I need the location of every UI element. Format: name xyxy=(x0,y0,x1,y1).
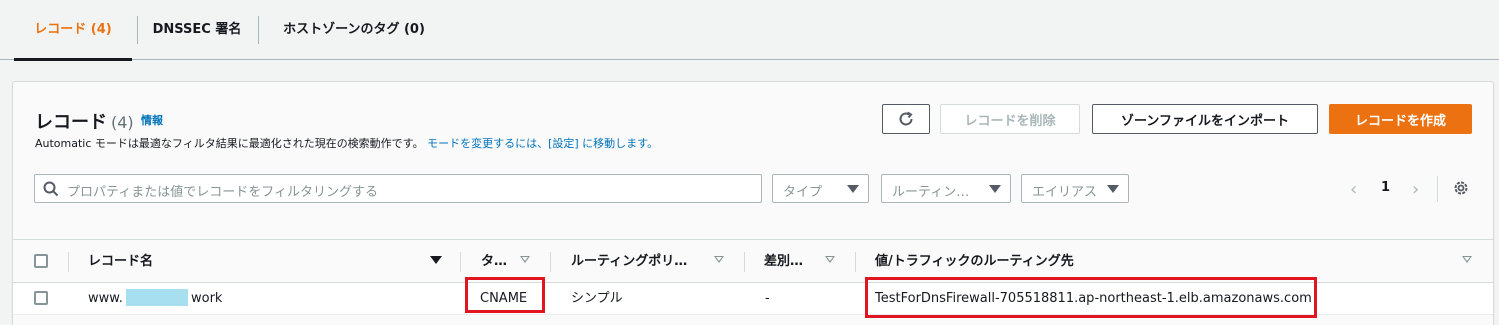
pager-divider xyxy=(1437,176,1438,202)
record-name-prefix[interactable]: www. xyxy=(88,283,123,315)
record-count: (4) xyxy=(111,113,134,132)
sort-icon[interactable] xyxy=(520,256,530,263)
column-divider xyxy=(460,252,461,272)
description-text: Automatic モードは最適なフィルタ結果に最適化された現在の検索動作です。 xyxy=(35,137,424,150)
info-link[interactable]: 情報 xyxy=(141,112,163,128)
column-header-record-name[interactable]: レコード名 xyxy=(88,240,153,283)
route53-hosted-zone-page: レコード (4) DNSSEC 署名 ホストゾーンのタグ (0) レコード (4)… xyxy=(0,0,1499,325)
sort-icon[interactable] xyxy=(825,256,835,263)
tab-hosted-zone-tags[interactable]: ホストゾーンのタグ (0) xyxy=(270,0,438,60)
page-number[interactable]: 1 xyxy=(1381,180,1390,195)
type-select[interactable]: タイプ xyxy=(772,174,869,203)
select-all-checkbox[interactable] xyxy=(34,254,48,268)
settings-link[interactable]: モードを変更するには、[設定] に移動します。 xyxy=(427,137,658,150)
record-filter-search[interactable]: プロパティまたは値でレコードをフィルタリングする xyxy=(34,174,762,203)
sort-icon[interactable] xyxy=(714,256,724,263)
tab-divider xyxy=(258,16,259,44)
routing-select-value: ルーティン… xyxy=(892,185,970,200)
refresh-button[interactable] xyxy=(882,104,930,134)
records-panel: レコード (4) 情報 Automatic モードは最適なフィルタ結果に最適化され… xyxy=(12,81,1494,325)
caret-down-icon xyxy=(1107,185,1119,193)
column-divider xyxy=(68,252,69,272)
sort-icon[interactable] xyxy=(1462,256,1472,263)
record-routing-policy: シンプル xyxy=(571,291,623,306)
create-record-button[interactable]: レコードを作成 xyxy=(1329,104,1472,134)
caret-down-icon xyxy=(989,185,1001,193)
column-header-routing-policy[interactable]: ルーティングポリ… xyxy=(571,240,687,283)
panel-title: レコード (4) xyxy=(35,108,134,134)
tab-records[interactable]: レコード (4) xyxy=(14,0,132,61)
routing-policy-select[interactable]: ルーティン… xyxy=(881,174,1011,203)
record-differentiator: - xyxy=(765,291,770,306)
alias-select-value: エイリアス xyxy=(1032,185,1098,200)
search-placeholder: プロパティまたは値でレコードをフィルタリングする xyxy=(67,185,378,200)
value-highlight-box xyxy=(865,277,1317,318)
alias-select[interactable]: エイリアス xyxy=(1021,174,1129,203)
tab-bar: レコード (4) DNSSEC 署名 ホストゾーンのタグ (0) xyxy=(0,0,1499,61)
delete-record-button[interactable]: レコードを削除 xyxy=(940,104,1080,134)
row-checkbox[interactable] xyxy=(34,291,48,305)
column-header-differentiator[interactable]: 差別… xyxy=(764,240,803,283)
column-divider xyxy=(550,252,551,272)
chevron-right-icon[interactable]: › xyxy=(1412,179,1419,200)
search-icon xyxy=(43,181,59,197)
column-divider xyxy=(744,252,745,272)
sort-descending-icon[interactable] xyxy=(430,256,442,264)
import-zone-file-button[interactable]: ゾーンファイルをインポート xyxy=(1092,104,1318,134)
panel-title-text: レコード xyxy=(35,112,107,133)
column-divider xyxy=(855,252,856,272)
record-name-suffix[interactable]: work xyxy=(191,283,222,315)
redaction-mask xyxy=(126,289,188,306)
gear-icon[interactable] xyxy=(1452,179,1470,197)
caret-down-icon xyxy=(847,185,859,193)
refresh-icon xyxy=(899,111,913,126)
chevron-left-icon[interactable]: ‹ xyxy=(1350,179,1357,200)
type-highlight-box xyxy=(465,277,545,313)
type-select-value: タイプ xyxy=(783,185,823,200)
panel-description: Automatic モードは最適なフィルタ結果に最適化された現在の検索動作です。… xyxy=(35,135,658,151)
tab-divider xyxy=(137,16,138,44)
tab-dnssec[interactable]: DNSSEC 署名 xyxy=(146,0,248,60)
